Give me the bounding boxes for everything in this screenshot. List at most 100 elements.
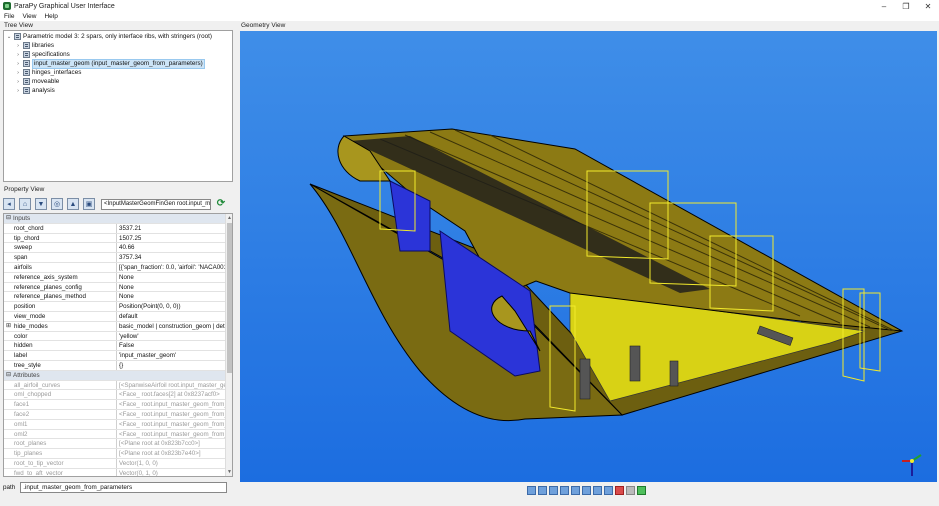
view-left-icon[interactable] bbox=[549, 485, 558, 495]
property-row[interactable]: oml_chopped <Face_ root.faces[2] at 0x823… bbox=[4, 390, 226, 401]
property-value[interactable]: [<Plane root at 0x823b7e40>] bbox=[117, 449, 226, 458]
object-selector[interactable]: <InputMasterGeomFinGen root.input_m bbox=[101, 198, 211, 210]
property-value[interactable]: [{'span_fraction': 0.0, 'airfoil': 'NACA… bbox=[117, 263, 226, 272]
property-row[interactable]: position Position(Point(0, 0, 0)) bbox=[4, 302, 226, 312]
scroll-thumb[interactable] bbox=[227, 223, 232, 373]
property-row[interactable]: root_planes [<Plane root at 0x823b7cc0>] bbox=[4, 439, 226, 450]
property-value[interactable]: <Face_ root.input_master_geom_from_pa bbox=[117, 410, 226, 419]
maximize-button[interactable]: ❐ bbox=[895, 0, 917, 12]
property-row[interactable]: tip_chord 1507.25 bbox=[4, 233, 226, 244]
property-value[interactable]: <Face_ root.input_master_geom_from_pa bbox=[117, 430, 226, 439]
property-value[interactable]: default bbox=[117, 312, 226, 321]
property-row[interactable]: airfoils [{'span_fraction': 0.0, 'airfoil… bbox=[4, 263, 226, 273]
property-value[interactable]: False bbox=[117, 341, 226, 350]
property-row[interactable]: color'yellow' bbox=[4, 331, 226, 342]
property-value[interactable]: None bbox=[117, 292, 226, 301]
property-row[interactable]: oml1 <Face_ root.input_master_geom_from_p… bbox=[4, 419, 226, 430]
property-row[interactable]: tree_style{} bbox=[4, 361, 226, 371]
clear-icon[interactable] bbox=[615, 485, 624, 495]
menu-file[interactable]: File bbox=[0, 12, 18, 21]
expand-arrow-icon[interactable]: › bbox=[15, 88, 21, 94]
trash-icon[interactable] bbox=[626, 485, 635, 495]
refresh-icon[interactable]: ⟳ bbox=[215, 198, 227, 210]
save-icon[interactable]: ▣ bbox=[83, 198, 95, 210]
property-value[interactable]: 40.66 bbox=[117, 243, 226, 252]
collapse-arrow-icon[interactable]: ⌄ bbox=[6, 34, 12, 40]
expand-arrow-icon[interactable]: › bbox=[15, 52, 21, 58]
property-value[interactable]: <Face_ root.input_master_geom_from_pa bbox=[117, 420, 226, 429]
property-row[interactable]: span 3757.34 bbox=[4, 253, 226, 263]
view-front-icon[interactable] bbox=[527, 485, 536, 495]
property-row[interactable]: ⊞ hide_modes basic_model | construction_ge… bbox=[4, 321, 226, 332]
property-value[interactable]: 'input_master_geom' bbox=[117, 351, 226, 360]
property-value[interactable]: Vector(0, 1, 0) bbox=[117, 469, 226, 476]
view-iso-icon[interactable] bbox=[593, 485, 602, 495]
minimize-button[interactable]: – bbox=[873, 0, 895, 12]
property-row[interactable]: reference_planes_method None bbox=[4, 292, 226, 303]
up-arrow-icon[interactable]: ▲ bbox=[67, 198, 79, 210]
property-value[interactable]: 3757.34 bbox=[117, 253, 226, 262]
tree-root[interactable]: ⌄ Parametric model 3: 2 spars, only inte… bbox=[6, 32, 212, 41]
property-row[interactable]: reference_axis_system None bbox=[4, 272, 226, 283]
property-value[interactable]: None bbox=[117, 283, 226, 292]
home-icon[interactable]: ⌂ bbox=[19, 198, 31, 210]
tree-item-moveable[interactable]: › moveable bbox=[15, 77, 59, 86]
property-value[interactable]: <Face_ root.faces[2] at 0x8237acf0> bbox=[117, 390, 226, 399]
property-value[interactable]: {} bbox=[117, 361, 226, 370]
property-value[interactable]: Position(Point(0, 0, 0)) bbox=[117, 302, 226, 311]
property-scrollbar[interactable]: ▲ ▼ bbox=[225, 214, 232, 476]
property-row[interactable]: hidden False bbox=[4, 341, 226, 352]
fit-all-icon[interactable] bbox=[604, 485, 613, 495]
view-right-icon[interactable] bbox=[560, 485, 569, 495]
property-value[interactable]: basic_model | construction_geom | detail bbox=[117, 322, 226, 331]
property-value[interactable]: [<SpanwiseAirfoil root.input_master_geo bbox=[117, 381, 226, 390]
property-value[interactable]: 1507.25 bbox=[117, 234, 226, 243]
menu-view[interactable]: View bbox=[18, 12, 40, 21]
attributes-section[interactable]: ⊟ Attributes bbox=[4, 370, 226, 381]
property-row[interactable]: all_airfoil_curves [<SpanwiseAirfoil root… bbox=[4, 380, 226, 391]
property-row[interactable]: face2 <Face_ root.input_master_geom_from_… bbox=[4, 410, 226, 420]
property-row[interactable]: root_chord 3537.21 bbox=[4, 223, 226, 234]
property-row[interactable]: face1 <Face_ root.input_master_geom_from_… bbox=[4, 400, 226, 410]
expand-arrow-icon[interactable]: › bbox=[15, 70, 21, 76]
scroll-down-icon[interactable]: ▼ bbox=[226, 468, 232, 476]
tree-item-input-master-geom[interactable]: › input_master_geom (input_master_geom_f… bbox=[15, 58, 205, 69]
geometry-viewport[interactable] bbox=[240, 31, 937, 482]
view-bottom-icon[interactable] bbox=[582, 485, 591, 495]
scroll-up-icon[interactable]: ▲ bbox=[226, 214, 232, 222]
back-icon[interactable]: ◂ bbox=[3, 198, 15, 210]
expand-arrow-icon[interactable]: › bbox=[15, 79, 21, 85]
collapse-section-icon[interactable]: ⊟ bbox=[4, 371, 13, 380]
view-top-icon[interactable] bbox=[571, 485, 580, 495]
tree-item-libraries[interactable]: › libraries bbox=[15, 41, 54, 50]
property-row[interactable]: sweep 40.66 bbox=[4, 243, 226, 254]
path-input[interactable]: .input_master_geom_from_parameters bbox=[20, 481, 228, 493]
inputs-section[interactable]: ⊟ Inputs bbox=[4, 214, 226, 224]
tree-item-analysis[interactable]: › analysis bbox=[15, 86, 55, 95]
property-row[interactable]: root_to_tip_vector Vector(1, 0, 0) bbox=[4, 459, 226, 469]
view-back-icon[interactable] bbox=[538, 485, 547, 495]
property-row[interactable]: view_mode default bbox=[4, 312, 226, 322]
property-value[interactable]: None bbox=[117, 273, 226, 282]
collapse-section-icon[interactable]: ⊟ bbox=[4, 214, 13, 223]
property-row[interactable]: tip_planes [<Plane root at 0x823b7e40>] bbox=[4, 449, 226, 459]
filter-icon[interactable]: ▼ bbox=[35, 198, 47, 210]
refresh-view-icon[interactable] bbox=[637, 485, 646, 495]
expand-arrow-icon[interactable]: › bbox=[15, 61, 21, 67]
inspect-icon[interactable]: ◎ bbox=[51, 198, 63, 210]
property-value[interactable]: <Face_ root.input_master_geom_from_pa bbox=[117, 400, 226, 409]
expand-arrow-icon[interactable]: › bbox=[15, 43, 21, 49]
close-button[interactable]: ✕ bbox=[917, 0, 939, 12]
property-row[interactable]: reference_planes_config None bbox=[4, 282, 226, 293]
property-row[interactable]: label'input_master_geom' bbox=[4, 351, 226, 361]
property-name: hidden bbox=[13, 341, 117, 351]
property-row[interactable]: oml2 <Face_ root.input_master_geom_from_p… bbox=[4, 429, 226, 440]
property-value[interactable]: 'yellow' bbox=[117, 332, 226, 341]
menu-help[interactable]: Help bbox=[40, 12, 61, 21]
property-value[interactable]: 3537.21 bbox=[117, 224, 226, 233]
tree-item-hinges-interfaces[interactable]: › hinges_interfaces bbox=[15, 68, 81, 77]
property-value[interactable]: Vector(1, 0, 0) bbox=[117, 459, 226, 468]
property-row[interactable]: fwd_to_aft_vector Vector(0, 1, 0) bbox=[4, 468, 226, 476]
property-value[interactable]: [<Plane root at 0x823b7cc0>] bbox=[117, 439, 226, 448]
expand-row-icon[interactable]: ⊞ bbox=[4, 322, 13, 331]
